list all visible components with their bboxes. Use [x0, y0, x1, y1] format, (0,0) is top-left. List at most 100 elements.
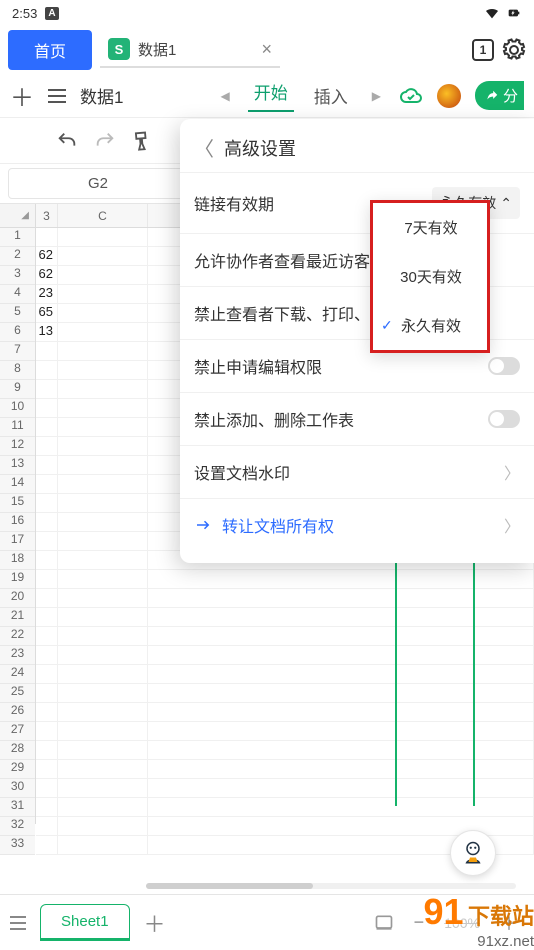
row-header[interactable]: 19: [0, 570, 35, 589]
row-header[interactable]: 6: [0, 323, 35, 342]
row-header[interactable]: 11: [0, 418, 35, 437]
cell-row[interactable]: [36, 798, 534, 817]
undo-icon[interactable]: [56, 130, 78, 152]
status-time: 2:53: [12, 6, 37, 21]
sheet-list-icon[interactable]: [10, 915, 26, 931]
back-icon[interactable]: 〈: [194, 133, 214, 162]
transfer-ownership-row[interactable]: 转让文档所有权 〉: [180, 498, 534, 551]
row-header[interactable]: 27: [0, 722, 35, 741]
row-header[interactable]: 25: [0, 684, 35, 703]
toolbar-tab-insert[interactable]: 插入: [308, 83, 354, 108]
cell-row[interactable]: [36, 703, 534, 722]
row-header[interactable]: 5: [0, 304, 35, 323]
close-tab-icon[interactable]: ×: [262, 39, 273, 60]
col-header-c[interactable]: C: [58, 204, 148, 227]
status-bar: 2:53 A: [0, 0, 534, 26]
chevron-up-icon: ⌃: [500, 195, 512, 212]
cell-row[interactable]: [36, 589, 534, 608]
row-header[interactable]: 1: [0, 228, 35, 247]
row-header[interactable]: 13: [0, 456, 35, 475]
cell-row[interactable]: [36, 760, 534, 779]
cell-row[interactable]: [36, 722, 534, 741]
row-header[interactable]: 28: [0, 741, 35, 760]
select-all-corner[interactable]: ◢: [0, 204, 35, 228]
toolbar-prev-icon[interactable]: ◀: [217, 89, 234, 103]
row-header[interactable]: 2: [0, 247, 35, 266]
zoom-in-button[interactable]: ＋: [494, 910, 524, 936]
row-header[interactable]: 10: [0, 399, 35, 418]
row-header[interactable]: 7: [0, 342, 35, 361]
user-avatar[interactable]: [437, 84, 461, 108]
add-sheet-button[interactable]: ＋: [144, 907, 166, 939]
toggle-switch[interactable]: [488, 357, 520, 375]
zoom-out-button[interactable]: −: [408, 912, 431, 933]
cell-row[interactable]: [36, 741, 534, 760]
row-header[interactable]: 15: [0, 494, 35, 513]
document-tab[interactable]: S 数据1 ×: [100, 32, 280, 68]
toggle-switch[interactable]: [488, 410, 520, 428]
panel-title: 高级设置: [224, 135, 296, 161]
home-tab[interactable]: 首页: [8, 30, 92, 70]
row-header[interactable]: 21: [0, 608, 35, 627]
row-header[interactable]: 22: [0, 627, 35, 646]
document-name[interactable]: 数据1: [80, 83, 123, 108]
row-header[interactable]: 4: [0, 285, 35, 304]
row-header[interactable]: 9: [0, 380, 35, 399]
validity-option-30d[interactable]: ✓ 30天有效: [373, 252, 487, 301]
name-box[interactable]: G2: [8, 168, 188, 199]
row-header[interactable]: 3: [0, 266, 35, 285]
toolbar-tab-start[interactable]: 开始: [248, 79, 294, 112]
row-header[interactable]: 26: [0, 703, 35, 722]
row-header[interactable]: 30: [0, 779, 35, 798]
scrollbar-thumb[interactable]: [146, 883, 313, 889]
selection-edge: [395, 526, 397, 806]
sheet-tab-bar: Sheet1 ＋ − 100% ＋: [0, 894, 534, 950]
format-painter-icon[interactable]: [131, 129, 155, 153]
row-header[interactable]: 14: [0, 475, 35, 494]
row-header[interactable]: 12: [0, 437, 35, 456]
cell-row[interactable]: [36, 646, 534, 665]
cell-row[interactable]: [36, 779, 534, 798]
assistant-icon: [458, 838, 488, 868]
validity-options-popup: ✓ 7天有效 ✓ 30天有效 ✓ 永久有效: [370, 200, 490, 353]
share-icon: [485, 89, 499, 103]
share-label: 分: [503, 85, 518, 106]
row-header[interactable]: 33: [0, 836, 35, 855]
horizontal-scrollbar[interactable]: [146, 883, 516, 889]
row-header[interactable]: 23: [0, 646, 35, 665]
sheet-tab-active[interactable]: Sheet1: [40, 904, 130, 941]
validity-option-7d[interactable]: ✓ 7天有效: [373, 203, 487, 252]
cell-row[interactable]: [36, 608, 534, 627]
cell-row[interactable]: [36, 665, 534, 684]
row-header[interactable]: 17: [0, 532, 35, 551]
check-icon: ✓: [381, 317, 395, 334]
row-header[interactable]: 18: [0, 551, 35, 570]
menu-icon[interactable]: [48, 89, 66, 103]
cell-row[interactable]: [36, 627, 534, 646]
view-mode-icon[interactable]: [374, 913, 394, 933]
settings-gear-icon[interactable]: [502, 38, 526, 62]
chevron-right-icon: 〉: [504, 460, 520, 484]
share-button[interactable]: 分: [475, 81, 524, 110]
validity-option-permanent[interactable]: ✓ 永久有效: [373, 301, 487, 350]
toolbar-next-icon[interactable]: ▶: [368, 89, 385, 103]
col-header-b[interactable]: 3: [36, 204, 58, 227]
selection-edge: [473, 526, 475, 806]
row-header[interactable]: 32: [0, 817, 35, 836]
cell-row[interactable]: [36, 684, 534, 703]
forbid-sheets-row[interactable]: 禁止添加、删除工作表: [180, 392, 534, 445]
tab-count[interactable]: 1: [472, 39, 494, 61]
watermark-row[interactable]: 设置文档水印 〉: [180, 445, 534, 498]
row-header[interactable]: 16: [0, 513, 35, 532]
row-header[interactable]: 20: [0, 589, 35, 608]
redo-icon[interactable]: [94, 130, 116, 152]
row-header[interactable]: 24: [0, 665, 35, 684]
battery-icon: [506, 5, 522, 21]
row-header[interactable]: 8: [0, 361, 35, 380]
cell-row[interactable]: [36, 570, 534, 589]
row-header[interactable]: 29: [0, 760, 35, 779]
assistant-avatar[interactable]: [450, 830, 496, 876]
add-button[interactable]: ＋: [10, 78, 34, 113]
row-header[interactable]: 31: [0, 798, 35, 817]
cloud-sync-icon[interactable]: [399, 84, 423, 108]
